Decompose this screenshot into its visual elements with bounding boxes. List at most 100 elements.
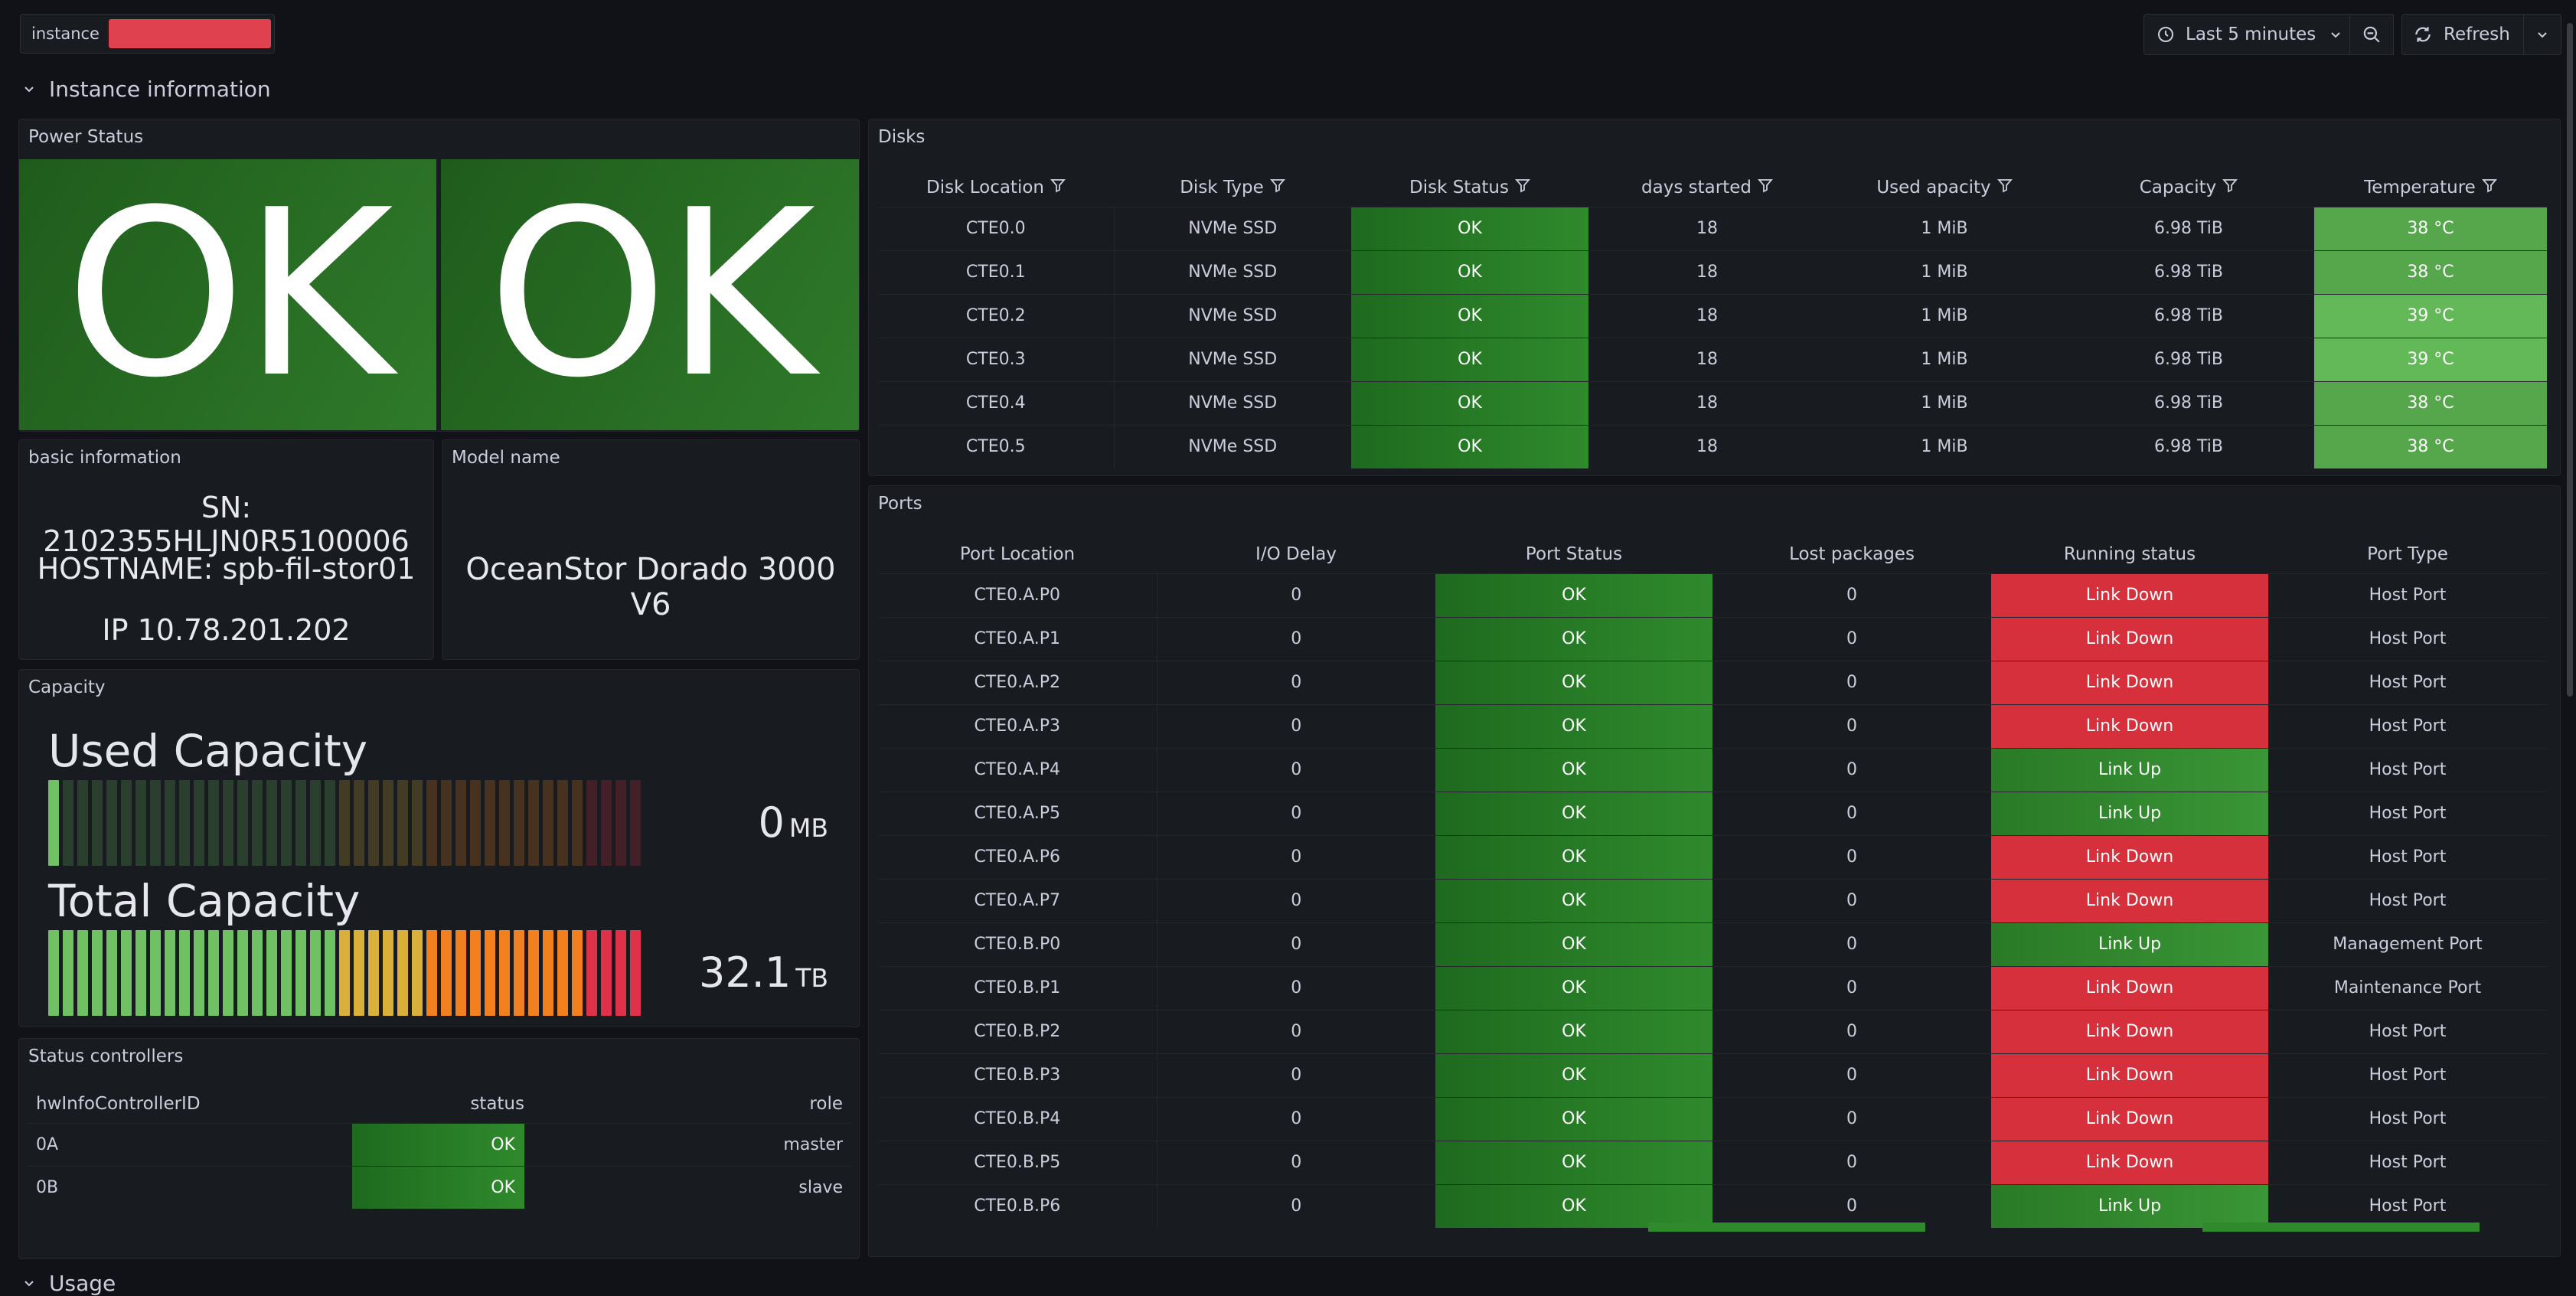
panel-title: Model name xyxy=(452,448,560,468)
running-status: Link Down xyxy=(1991,834,2268,879)
temperature: 38 °C xyxy=(2314,250,2547,294)
refresh-button[interactable]: Refresh xyxy=(2401,14,2524,55)
gauge-segment xyxy=(485,780,495,866)
refresh-interval-dropdown[interactable] xyxy=(2523,14,2561,55)
column-header[interactable]: Running status xyxy=(1991,535,2268,573)
used-capacity: 1 MiB xyxy=(1826,424,2063,468)
port-status: OK xyxy=(1435,834,1712,879)
table-row: CTE0.0 NVMe SSD OK 18 1 MiB 6.98 TiB 38 °C xyxy=(878,206,2547,250)
running-status: Link Down xyxy=(1991,878,2268,922)
column-header[interactable]: Disk Type xyxy=(1114,168,1351,207)
column-header[interactable]: days started xyxy=(1588,168,1826,207)
io-delay: 0 xyxy=(1157,922,1435,966)
port-type: Host Port xyxy=(2268,703,2547,748)
disk-type: NVMe SSD xyxy=(1114,380,1351,425)
gauge-segment xyxy=(252,930,263,1016)
instance-variable-value[interactable] xyxy=(108,19,271,48)
gauge-segment xyxy=(295,780,306,866)
page-scrollbar[interactable] xyxy=(2567,23,2573,697)
row-header-usage[interactable]: Usage xyxy=(23,1271,116,1296)
gauge-segment xyxy=(208,930,219,1016)
port-status: OK xyxy=(1435,1183,1712,1228)
column-header[interactable]: Port Type xyxy=(2268,535,2547,573)
column-header-label: Disk Status xyxy=(1409,177,1509,198)
port-type: Host Port xyxy=(2268,1009,2547,1053)
running-status: Link Down xyxy=(1991,1009,2268,1053)
row-header-instance-information[interactable]: Instance information xyxy=(23,77,271,102)
used-capacity: 1 MiB xyxy=(1826,337,2063,381)
table-row: CTE0.B.P2 0 OK 0 Link Down Host Port xyxy=(878,1009,2547,1053)
filter-icon[interactable] xyxy=(1996,178,2013,198)
used-capacity-value: 0 MB xyxy=(759,798,828,847)
io-delay: 0 xyxy=(1157,616,1435,661)
column-header[interactable]: role xyxy=(524,1085,852,1123)
lost-packages: 0 xyxy=(1712,834,1991,879)
column-header[interactable]: Disk Status xyxy=(1351,168,1588,207)
time-range-picker[interactable]: Last 5 minutes xyxy=(2143,14,2350,55)
used-capacity: 1 MiB xyxy=(1826,380,2063,425)
column-header[interactable]: I/O Delay xyxy=(1157,535,1435,573)
gauge-segment xyxy=(92,930,103,1016)
disk-type: NVMe SSD xyxy=(1114,337,1351,381)
column-header[interactable]: Lost packages xyxy=(1712,535,1991,573)
disk-status: OK xyxy=(1351,337,1588,381)
filter-icon[interactable] xyxy=(1515,178,1530,198)
column-header[interactable]: Capacity xyxy=(2063,168,2314,207)
partial-row-status xyxy=(2202,1223,2480,1232)
column-header[interactable]: hwInfoControllerID xyxy=(27,1085,352,1123)
gauge-segment xyxy=(223,930,233,1016)
gauge-segment xyxy=(194,780,204,866)
column-header[interactable]: Port Status xyxy=(1435,535,1712,573)
column-header[interactable]: Disk Location xyxy=(878,168,1114,207)
io-delay: 0 xyxy=(1157,791,1435,835)
gauge-segment xyxy=(77,930,88,1016)
capacity: 6.98 TiB xyxy=(2063,337,2314,381)
column-header[interactable]: Port Location xyxy=(878,535,1157,573)
gauge-segment xyxy=(499,780,510,866)
filter-icon[interactable] xyxy=(2222,178,2238,198)
disk-type: NVMe SSD xyxy=(1114,293,1351,338)
gauge-segment xyxy=(63,780,73,866)
io-delay: 0 xyxy=(1157,1009,1435,1053)
column-header[interactable]: Temperature xyxy=(2314,168,2547,207)
port-type: Host Port xyxy=(2268,616,2547,661)
gauge-segment xyxy=(557,930,568,1016)
filter-icon[interactable] xyxy=(1757,178,1773,198)
lost-packages: 0 xyxy=(1712,1140,1991,1184)
port-status: OK xyxy=(1435,616,1712,661)
gauge-segment xyxy=(543,780,553,866)
filter-icon[interactable] xyxy=(1050,178,1066,198)
capacity: 6.98 TiB xyxy=(2063,293,2314,338)
gauge-segment xyxy=(92,780,103,866)
gauge-segment xyxy=(252,780,263,866)
gauge-segment xyxy=(470,780,481,866)
lost-packages: 0 xyxy=(1712,616,1991,661)
filter-icon[interactable] xyxy=(1269,178,1285,198)
used-capacity-gauge xyxy=(48,780,641,866)
total-capacity-unit: TB xyxy=(795,963,828,993)
total-capacity-gauge xyxy=(48,930,641,1016)
zoom-out-button[interactable] xyxy=(2349,14,2394,55)
gauge-segment xyxy=(295,930,306,1016)
port-location: CTE0.A.P4 xyxy=(878,747,1157,792)
gauge-segment xyxy=(266,930,277,1016)
port-type: Host Port xyxy=(2268,878,2547,922)
used-capacity-label: Used Capacity xyxy=(48,725,368,777)
power-status-tile: OK xyxy=(441,159,859,430)
column-header[interactable]: Used apacity xyxy=(1826,168,2063,207)
gauge-segment xyxy=(121,780,132,866)
days-started: 18 xyxy=(1588,206,1826,250)
port-status: OK xyxy=(1435,703,1712,748)
column-header[interactable]: status xyxy=(352,1085,524,1123)
model-name-panel: Model name OceanStor Dorado 3000 V6 xyxy=(442,439,860,660)
running-status: Link Down xyxy=(1991,703,2268,748)
capacity-panel: Capacity Used Capacity 0 MB Total Capacit… xyxy=(18,669,860,1027)
filter-icon[interactable] xyxy=(2481,178,2497,198)
table-row: CTE0.B.P4 0 OK 0 Link Down Host Port xyxy=(878,1096,2547,1141)
instance-variable-picker[interactable]: instance xyxy=(20,14,275,54)
basic-information-panel: basic information SN: 2102355HLJN0R51000… xyxy=(18,439,434,660)
gauge-segment xyxy=(106,930,117,1016)
gauge-segment xyxy=(165,930,175,1016)
gauge-segment xyxy=(528,780,539,866)
disks-panel: Disks Disk Location Disk Type Disk Status d… xyxy=(868,119,2561,476)
